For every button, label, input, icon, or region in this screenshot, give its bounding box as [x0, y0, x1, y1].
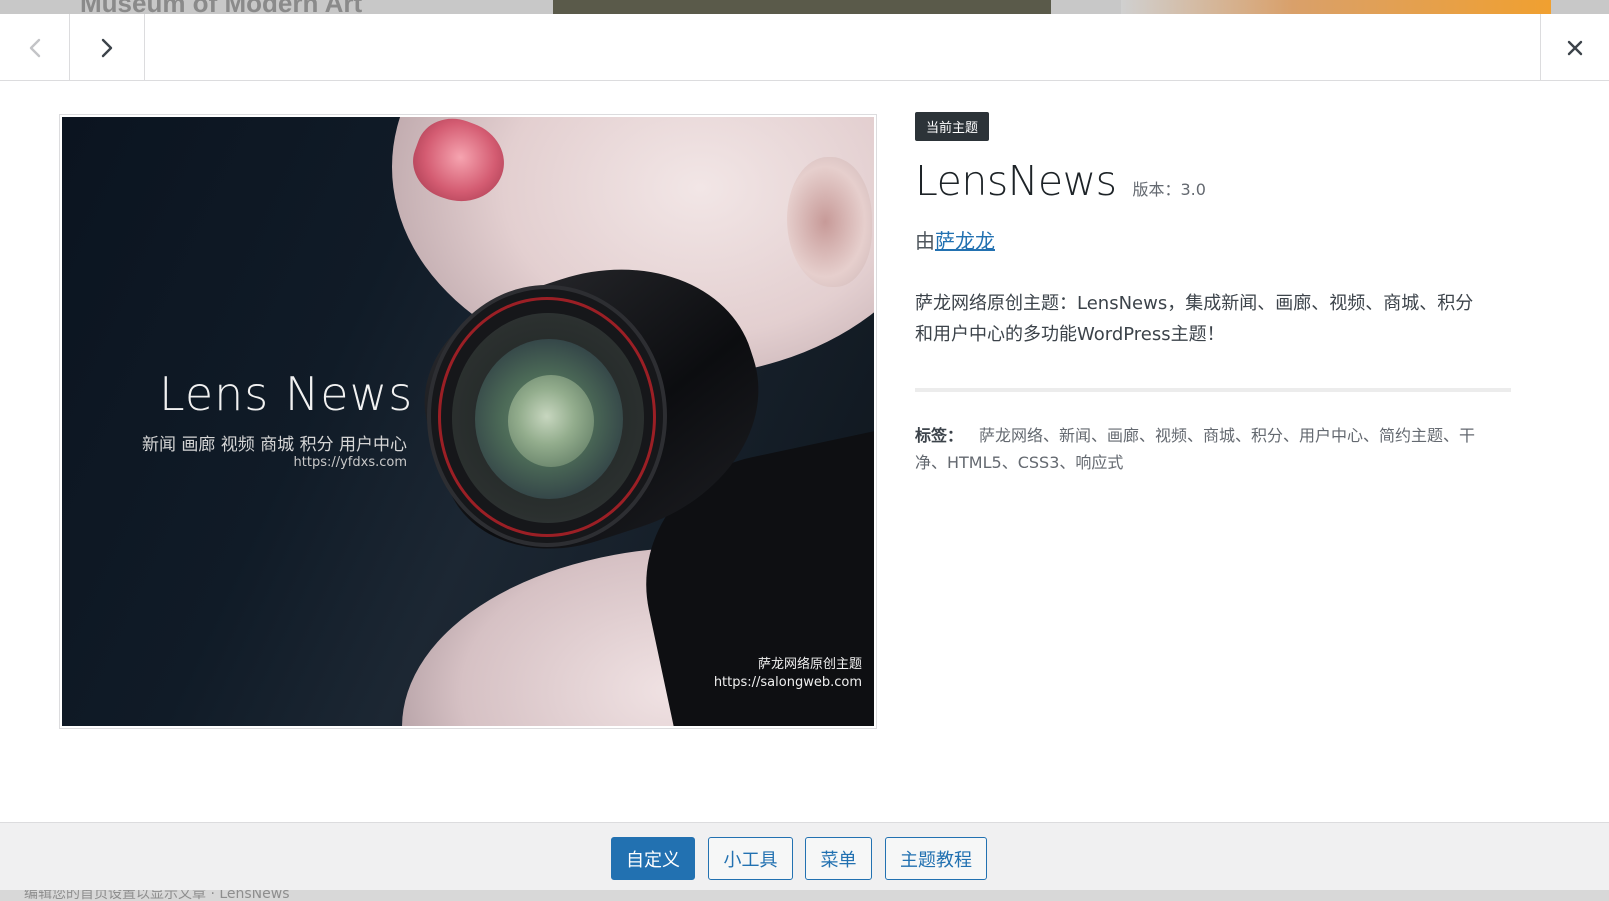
- screenshot-brand: 萨龙网络原创主题: [757, 657, 862, 672]
- chevron-left-icon: [29, 38, 40, 57]
- screenshot-brand-url: https://salongweb.com: [713, 675, 862, 690]
- screenshot-subtitle: 新闻 画廊 视频 商城 积分 用户中心: [141, 435, 407, 455]
- theme-version: 版本：3.0: [1132, 180, 1206, 199]
- background-footer: 编辑您的首页设置以显示文章 · LensNews: [0, 890, 1609, 901]
- modal-header: [0, 14, 1609, 81]
- chevron-right-icon: [101, 38, 113, 57]
- photo-ear: [787, 157, 872, 287]
- background-footer-text: 编辑您的首页设置以显示文章 · LensNews: [24, 890, 290, 901]
- theme-name-row: LensNews 版本：3.0: [915, 157, 1511, 205]
- theme-screenshot-image: Lens News 新闻 画廊 视频 商城 积分 用户中心 https://yf…: [62, 117, 874, 726]
- theme-screenshot: Lens News 新闻 画廊 视频 商城 积分 用户中心 https://yf…: [59, 114, 877, 729]
- previous-theme-button[interactable]: [0, 14, 70, 81]
- theme-description: 萨龙网络原创主题：LensNews，集成新闻、画廊、视频、商城、积分和用户中心的…: [915, 293, 1474, 345]
- screenshot-title: Lens News: [159, 367, 414, 421]
- screenshot-url: https://yfdxs.com: [293, 455, 407, 470]
- background-theme-title: Museum of Modern Art: [80, 0, 362, 14]
- close-button[interactable]: [1540, 14, 1609, 81]
- divider: [915, 388, 1511, 392]
- theme-author: 由萨龙龙: [915, 225, 1511, 254]
- background-thumbnail: [553, 0, 1051, 14]
- customize-button[interactable]: 自定义: [611, 837, 695, 880]
- widgets-button[interactable]: 小工具: [708, 837, 793, 880]
- close-icon: [1567, 40, 1583, 55]
- tags-label: 标签：: [915, 426, 964, 445]
- background-thumbnail: [1121, 0, 1551, 14]
- theme-info: 当前主题 LensNews 版本：3.0 由萨龙龙 萨龙网络原创主题：LensN…: [915, 112, 1511, 476]
- current-theme-badge: 当前主题: [915, 112, 990, 141]
- theme-tutorial-button[interactable]: 主题教程: [885, 837, 987, 880]
- camera-lens-glass: [508, 375, 594, 467]
- author-prefix: 由: [915, 229, 935, 253]
- theme-details-modal: Lens News 新闻 画廊 视频 商城 积分 用户中心 https://yf…: [0, 14, 1609, 890]
- background-strip: Museum of Modern Art: [0, 0, 1609, 14]
- theme-name: LensNews: [915, 157, 1117, 205]
- next-theme-button[interactable]: [70, 14, 145, 81]
- theme-tags: 标签： 萨龙网络、新闻、画廊、视频、商城、积分、用户中心、简约主题、干净、HTML…: [915, 422, 1490, 476]
- menus-button[interactable]: 菜单: [805, 837, 872, 880]
- author-link[interactable]: 萨龙龙: [935, 229, 995, 253]
- tags-list: 萨龙网络、新闻、画廊、视频、商城、积分、用户中心、简约主题、干净、HTML5、C…: [915, 426, 1476, 472]
- theme-actions: 自定义 小工具 菜单 主题教程: [0, 822, 1609, 890]
